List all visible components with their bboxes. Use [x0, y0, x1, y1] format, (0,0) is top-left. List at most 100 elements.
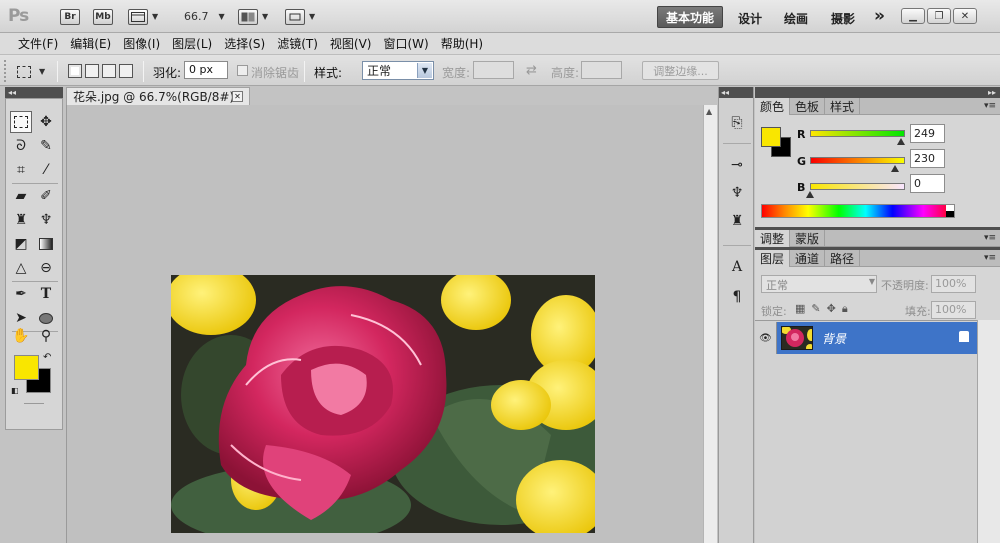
panel-menu-icon[interactable]: ▾≡: [984, 101, 996, 111]
workspace-photography-button[interactable]: 摄影: [831, 10, 855, 27]
lock-pixels-icon[interactable]: ✎: [811, 302, 820, 316]
restore-button[interactable]: ❐: [927, 8, 951, 24]
zoom-level-button[interactable]: 66.7 ▼: [184, 8, 225, 25]
width-input[interactable]: [473, 61, 514, 79]
zoom-tool[interactable]: ⚲: [35, 325, 57, 347]
panel-menu-icon[interactable]: ▾≡: [984, 233, 996, 243]
red-value-input[interactable]: 249: [910, 124, 945, 143]
tab-styles[interactable]: 样式: [825, 98, 861, 115]
lasso-tool[interactable]: ᘐ: [10, 135, 32, 157]
feather-input[interactable]: 0 px: [184, 61, 228, 79]
panel-menu-icon[interactable]: ▾≡: [984, 253, 996, 263]
antialias-checkbox[interactable]: [237, 65, 248, 76]
layer-row-background[interactable]: 👁︎ 背景: [755, 322, 977, 354]
default-colors-icon[interactable]: ◧: [11, 386, 19, 395]
menu-image[interactable]: 图像(I): [117, 35, 166, 52]
menu-filter[interactable]: 滤镜(T): [271, 35, 324, 52]
gradient-tool[interactable]: [35, 233, 57, 255]
fill-input[interactable]: 100%: [931, 301, 976, 319]
document-tab[interactable]: 花朵.jpg @ 66.7%(RGB/8#) ✕: [66, 87, 250, 105]
arrange-documents-button[interactable]: ▼: [238, 8, 268, 25]
history-panel-button[interactable]: ⎘: [726, 113, 748, 133]
tab-adjustments[interactable]: 调整: [755, 230, 791, 247]
red-slider[interactable]: [810, 130, 905, 137]
hand-tool[interactable]: ✋: [10, 325, 32, 347]
close-button[interactable]: ✕: [953, 8, 977, 24]
flower-photo[interactable]: [171, 275, 595, 533]
subtract-from-selection-icon[interactable]: [102, 64, 116, 78]
lock-transparency-icon[interactable]: ▦: [795, 302, 805, 316]
swap-colors-icon[interactable]: ↶: [43, 352, 51, 363]
quick-selection-tool[interactable]: ✎: [35, 135, 57, 157]
crop-tool[interactable]: ⌗: [10, 159, 32, 181]
tab-color[interactable]: 颜色: [755, 98, 791, 115]
history-brush-tool[interactable]: ♆: [35, 209, 57, 231]
launch-minibridge-button[interactable]: Mb: [93, 8, 113, 25]
launch-bridge-button[interactable]: Br: [60, 8, 80, 25]
new-selection-icon[interactable]: [68, 64, 82, 78]
menu-view[interactable]: 视图(V): [324, 35, 378, 52]
close-document-icon[interactable]: ✕: [232, 91, 243, 102]
paragraph-panel-button[interactable]: ¶: [726, 287, 748, 307]
opacity-input[interactable]: 100%: [931, 275, 976, 293]
character-panel-button[interactable]: A: [726, 257, 748, 277]
blend-mode-select[interactable]: 正常 ▼: [761, 275, 877, 293]
healing-brush-tool[interactable]: ▰: [10, 185, 32, 207]
screen-mode-button[interactable]: ▼: [285, 8, 315, 25]
intersect-selection-icon[interactable]: [119, 64, 133, 78]
tab-layers[interactable]: 图层: [755, 250, 791, 267]
menu-help[interactable]: 帮助(H): [435, 35, 489, 52]
red-slider-thumb[interactable]: [897, 138, 905, 145]
green-slider[interactable]: [810, 157, 905, 164]
tab-swatches[interactable]: 色板: [790, 98, 826, 115]
blue-value-input[interactable]: 0: [910, 174, 945, 193]
menu-edit[interactable]: 编辑(E): [64, 35, 117, 52]
color-spectrum-ramp[interactable]: [761, 204, 955, 218]
menu-file[interactable]: 文件(F): [12, 35, 64, 52]
foreground-color-swatch[interactable]: [14, 355, 39, 380]
workspace-essentials-button[interactable]: 基本功能: [657, 6, 723, 28]
black-swatch[interactable]: [946, 211, 954, 217]
eyedropper-tool[interactable]: ⁄: [35, 159, 57, 181]
clone-source-button[interactable]: ♜: [726, 211, 748, 231]
refine-edge-button[interactable]: 调整边缘...: [642, 61, 719, 80]
blur-tool[interactable]: △: [10, 257, 32, 279]
dodge-tool[interactable]: ⊖: [35, 257, 57, 279]
tool-preset-picker[interactable]: ▼: [17, 62, 49, 81]
type-tool[interactable]: T: [35, 283, 57, 305]
brushes-panel-button[interactable]: ♆: [726, 183, 748, 203]
menu-window[interactable]: 窗口(W): [377, 35, 434, 52]
view-extras-button[interactable]: ▼: [128, 8, 158, 25]
green-value-input[interactable]: 230: [910, 149, 945, 168]
style-select[interactable]: 正常 ▼: [362, 61, 434, 80]
layer-name[interactable]: 背景: [822, 330, 846, 347]
move-tool[interactable]: ✥: [35, 111, 57, 133]
layers-scrollbar[interactable]: [977, 320, 1000, 543]
minimize-button[interactable]: ▁: [901, 8, 925, 24]
height-input[interactable]: [581, 61, 622, 79]
workspace-design-button[interactable]: 设计: [738, 10, 762, 27]
green-slider-thumb[interactable]: [891, 165, 899, 172]
panels-collapse-bar[interactable]: ▸▸: [755, 87, 1000, 98]
quick-mask-button[interactable]: [24, 403, 44, 404]
brush-tool[interactable]: ✐: [35, 185, 57, 207]
swap-width-height-icon[interactable]: ⇄: [526, 63, 537, 78]
tab-paths[interactable]: 路径: [825, 250, 861, 267]
canvas-vertical-scrollbar[interactable]: ▲: [703, 105, 717, 543]
menu-layer[interactable]: 图层(L): [166, 35, 218, 52]
eraser-tool[interactable]: ◩: [10, 233, 32, 255]
blue-slider[interactable]: [810, 183, 905, 190]
dock-collapse-bar[interactable]: ◂◂: [719, 87, 753, 98]
rectangular-marquee-tool[interactable]: [10, 111, 32, 133]
workspace-painting-button[interactable]: 绘画: [784, 10, 808, 27]
menu-select[interactable]: 选择(S): [218, 35, 271, 52]
clone-stamp-tool[interactable]: ♜: [10, 209, 32, 231]
scroll-up-icon[interactable]: ▲: [706, 107, 712, 116]
eye-icon[interactable]: 👁︎: [755, 322, 777, 354]
blue-slider-thumb[interactable]: [806, 191, 814, 198]
color-panel-foreground-swatch[interactable]: [761, 127, 781, 147]
toolbox-collapse-bar[interactable]: ◂◂: [5, 87, 63, 98]
pen-tool[interactable]: ✒: [10, 283, 32, 305]
add-to-selection-icon[interactable]: [85, 64, 99, 78]
brush-presets-button[interactable]: ⊸: [726, 155, 748, 175]
